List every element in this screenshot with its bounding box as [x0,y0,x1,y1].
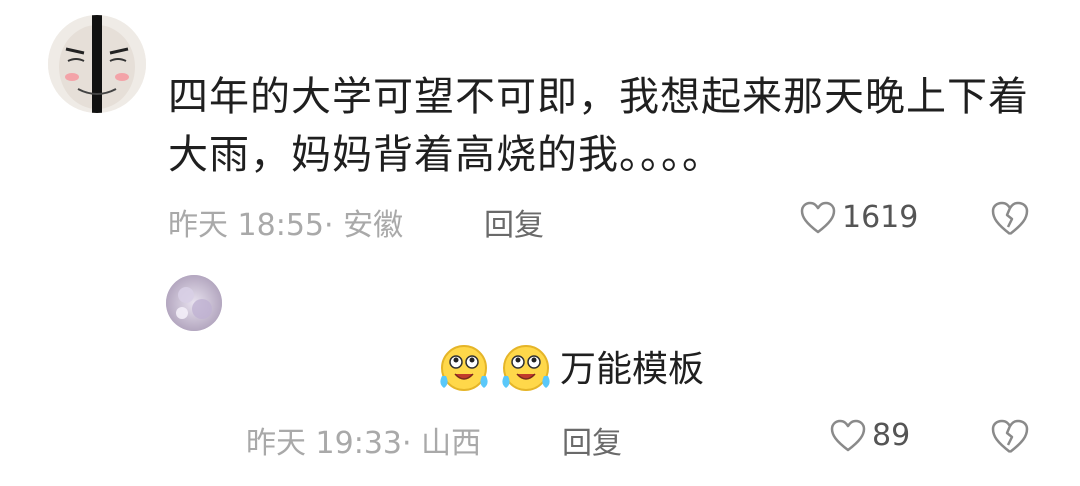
reply-text: 万能模板 [560,349,705,390]
reply-button[interactable]: 回复 [484,200,544,244]
reply-to-reply-button[interactable]: 回复 [562,418,622,462]
avatar-face-image [48,15,146,113]
reply-like-count: 89 [872,418,911,453]
crying-laughing-emoji-icon [436,338,492,394]
comment-avatar[interactable] [48,15,146,113]
heart-icon [800,201,836,235]
comment-time-location: 昨天 18:55· 安徽 [168,208,404,243]
broken-heart-icon [990,418,1030,456]
reply-like-button[interactable]: 89 [830,418,910,453]
reply-content: 万能模板 [436,338,704,394]
heart-icon [830,419,866,453]
avatar-abstract-image [166,275,222,331]
reply-avatar[interactable] [166,275,222,331]
reply-time-location: 昨天 19:33· 山西 [246,426,482,461]
broken-heart-icon [990,200,1030,238]
like-button[interactable]: 1619 [800,200,918,235]
dislike-button[interactable] [990,200,1030,238]
reply-dislike-button[interactable] [990,418,1030,456]
comment-text: 四年的大学可望不可即，我想起来那天晚上下着大雨，妈妈背着高烧的我。。。。 [168,74,1029,178]
crying-laughing-emoji-icon [498,338,554,394]
like-count: 1619 [842,200,919,235]
